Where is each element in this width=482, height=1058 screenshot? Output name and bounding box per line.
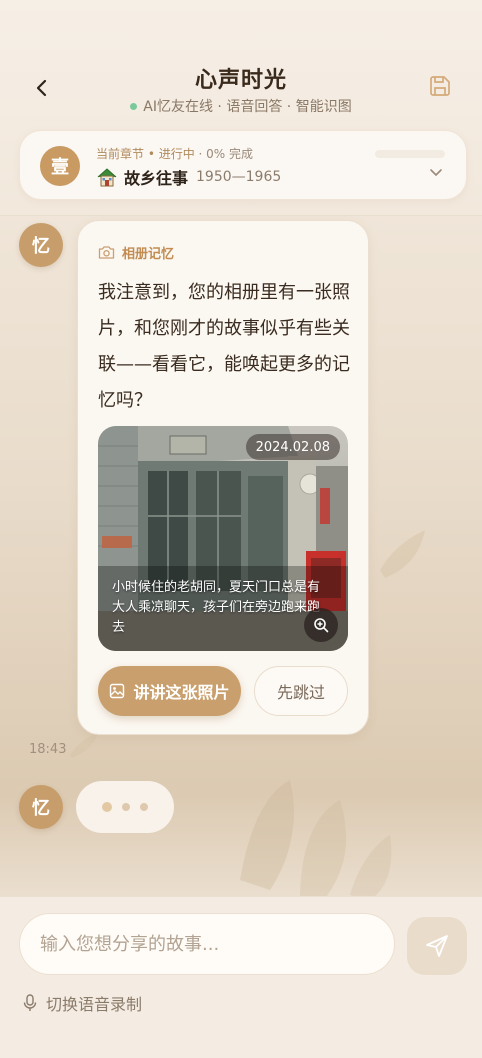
typing-dot bbox=[140, 803, 148, 811]
send-button[interactable] bbox=[407, 917, 467, 975]
zoom-button[interactable] bbox=[304, 608, 338, 642]
zoom-in-icon bbox=[314, 618, 329, 633]
story-input[interactable] bbox=[40, 933, 374, 955]
describe-photo-button[interactable]: 讲讲这张照片 bbox=[98, 666, 241, 716]
typing-dot bbox=[122, 803, 130, 811]
chapter-badge: 壹 bbox=[40, 146, 80, 186]
typing-dot bbox=[102, 802, 112, 812]
voice-toggle-button[interactable]: 切换语音录制 bbox=[22, 991, 142, 1015]
app-header: 心声时光 AI忆友在线 · 语音回答 · 智能识图 壹 当前章节 • 进行中 ·… bbox=[0, 0, 482, 216]
status-subtitle: AI忆友在线 · 语音回答 · 智能识图 bbox=[0, 96, 482, 116]
describe-photo-label: 讲讲这张照片 bbox=[133, 683, 230, 702]
camera-icon bbox=[98, 246, 115, 259]
message-text: 我注意到，您的相册里有一张照片，和您刚才的故事似乎有些关联——看看它，能唤起更多… bbox=[98, 282, 350, 411]
page-title: 心声时光 bbox=[194, 68, 287, 93]
save-icon bbox=[430, 76, 450, 96]
microphone-icon bbox=[23, 994, 37, 1011]
send-icon bbox=[426, 935, 448, 957]
chapter-name: 故乡往事 bbox=[124, 169, 189, 188]
image-icon bbox=[110, 683, 125, 699]
chapter-status: 当前章节 • 进行中 bbox=[96, 147, 195, 161]
composer-bar: 切换语音录制 bbox=[0, 896, 482, 1058]
typing-indicator bbox=[76, 781, 174, 833]
chapter-years: 1950—1965 bbox=[196, 169, 282, 185]
assistant-avatar-typing: 忆 bbox=[19, 785, 63, 829]
chapter-title-row: 故乡往事 1950—1965 bbox=[96, 165, 281, 189]
memory-photo[interactable]: 2024.02.08 小时候住的老胡同，夏天门口总是有大人乘凉聊天，孩子们在旁边… bbox=[98, 426, 348, 651]
chapter-card[interactable]: 壹 当前章节 • 进行中 · 0% 完成 故乡往事 1950—1965 bbox=[19, 130, 467, 200]
assistant-avatar: 忆 bbox=[19, 223, 63, 267]
chevron-down-icon[interactable] bbox=[428, 164, 444, 180]
assistant-message-bubble: 相册记忆 我注意到，您的相册里有一张照片，和您刚才的故事似乎有些关联——看看它，… bbox=[77, 220, 369, 735]
story-input-wrapper[interactable] bbox=[19, 913, 395, 975]
online-status-dot bbox=[130, 103, 138, 110]
photo-date-chip: 2024.02.08 bbox=[245, 434, 340, 460]
album-memory-tag: 相册记忆 bbox=[98, 243, 174, 262]
chapter-meta: 当前章节 • 进行中 · 0% 完成 bbox=[96, 145, 253, 162]
save-button[interactable] bbox=[424, 70, 456, 102]
skip-button[interactable]: 先跳过 bbox=[254, 666, 348, 716]
chapter-progress-bar bbox=[375, 150, 445, 158]
message-timestamp: 18:43 bbox=[29, 742, 67, 757]
photo-caption: 小时候住的老胡同，夏天门口总是有大人乘凉聊天，孩子们在旁边跑来跑去 bbox=[112, 580, 321, 635]
house-icon bbox=[97, 168, 117, 187]
chapter-progress-label: · 0% 完成 bbox=[198, 147, 254, 161]
status-text: AI忆友在线 · 语音回答 · 智能识图 bbox=[143, 99, 352, 115]
voice-toggle-label: 切换语音录制 bbox=[46, 995, 143, 1014]
album-memory-label: 相册记忆 bbox=[122, 247, 175, 262]
